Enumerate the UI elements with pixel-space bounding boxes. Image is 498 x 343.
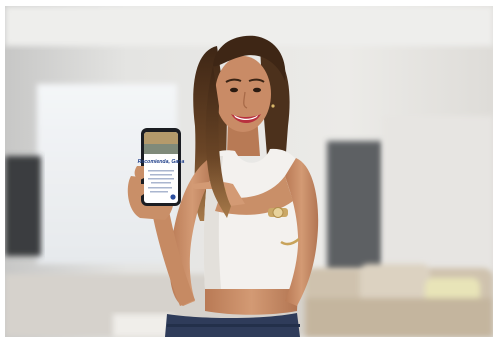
midriff	[205, 289, 298, 315]
photo-scene: Recomienda, Gana	[5, 6, 493, 337]
screen-heading: Recomienda, Gana	[138, 159, 185, 165]
chat-bubble-icon	[170, 194, 176, 200]
watch-icon	[268, 207, 288, 218]
photo-frame: Recomienda, Gana	[5, 6, 493, 337]
doorway	[327, 141, 382, 271]
smartphone: Recomienda, Gana	[134, 128, 185, 206]
sofa	[305, 264, 493, 337]
tv-screen	[5, 156, 41, 256]
